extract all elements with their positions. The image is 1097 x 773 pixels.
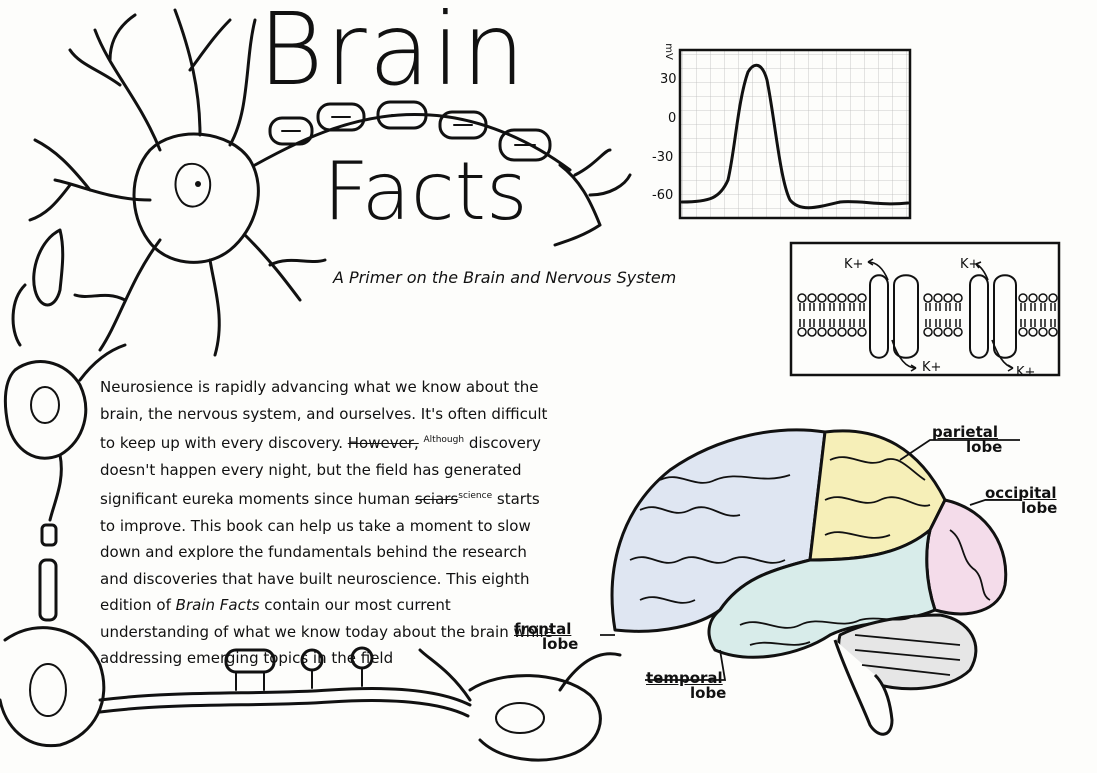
graph-unit-label: mV: [662, 43, 674, 60]
label-parietal: parietal lobe: [932, 423, 1003, 456]
lipid-bilayer: [797, 293, 1058, 337]
subtitle: A Primer on the Brain and Nervous System: [333, 268, 677, 287]
inserted-word-1: Although: [423, 435, 465, 445]
label-frontal: frontal lobe: [514, 620, 579, 653]
inserted-word-2: science: [458, 491, 493, 501]
title-facts: Facts: [323, 145, 528, 238]
struck-word-1: However,: [347, 434, 419, 452]
occipital-lobe: [925, 498, 1008, 616]
label-occipital: occipital lobe: [985, 484, 1058, 517]
graph-tick-30: 30: [660, 72, 677, 87]
action-potential-graph: [678, 48, 912, 220]
ion-label-1: K+: [844, 257, 864, 272]
label-temporal: temporal lobe: [646, 669, 727, 702]
ion-label-4: K+: [1016, 365, 1036, 380]
intro-paragraph: Neurosience is rapidly advancing what we…: [100, 374, 555, 672]
ion-label-2: K+: [960, 257, 980, 272]
struck-word-2: sciars: [414, 490, 459, 508]
ion-label-3: K+: [922, 360, 942, 375]
ion-channel-diagram: [789, 241, 1061, 377]
neuron-cell-body: [132, 132, 260, 264]
graph-tick-minus30: -30: [652, 150, 674, 165]
graph-tick-0: 0: [668, 111, 677, 126]
book-title: Brain Facts: [175, 596, 260, 614]
title-brain: Brain: [258, 0, 528, 108]
graph-tick-minus60: -60: [652, 188, 674, 203]
